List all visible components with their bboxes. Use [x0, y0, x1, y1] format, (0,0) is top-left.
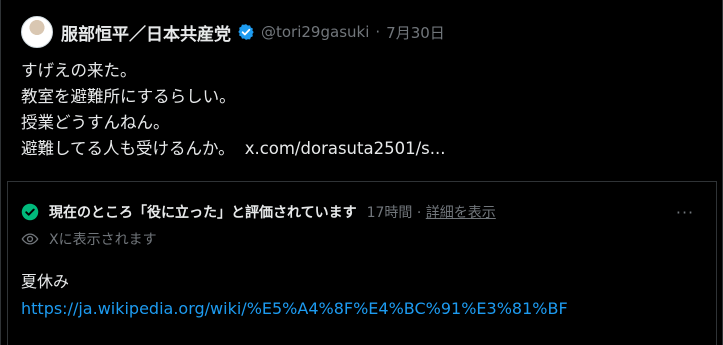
- community-note: 現在のところ「役に立った」と評価されています 17時間 · 詳細を表示 ··· …: [7, 181, 717, 345]
- community-note-age: 17時間: [366, 205, 413, 221]
- tweet-line-with-link: 避難してる人も受けるんか。 x.com/dorasuta2501/s...: [21, 136, 701, 162]
- eye-icon: [21, 233, 39, 245]
- quoted-post-link[interactable]: x.com/dorasuta2501/s...: [245, 139, 446, 158]
- author-handle[interactable]: @tori29gasuki: [261, 23, 369, 41]
- more-horizontal-icon[interactable]: ···: [674, 201, 696, 223]
- community-note-header: 現在のところ「役に立った」と評価されています 17時間 · 詳細を表示 ···: [21, 201, 696, 223]
- header-separator: ·: [375, 23, 381, 41]
- community-note-status: 現在のところ「役に立った」と評価されています: [49, 205, 357, 221]
- community-note-text: 夏休み: [21, 272, 70, 291]
- verified-badge-icon: [238, 24, 254, 40]
- avatar[interactable]: [21, 16, 53, 48]
- tweet-text: すげえの来た。 教室を避難所にするらしい。 授業どうすんねん。 避難してる人も受…: [21, 58, 701, 162]
- meta-separator: ·: [416, 205, 422, 221]
- show-details-link[interactable]: 詳細を表示: [426, 205, 496, 221]
- community-note-meta: 17時間 · 詳細を表示: [367, 202, 496, 222]
- tweet-line: すげえの来た。: [21, 61, 137, 80]
- tweet-line: 避難してる人も受けるんか。: [21, 139, 235, 158]
- tweet-line: 授業どうすんねん。: [21, 113, 170, 132]
- post-date[interactable]: 7月30日: [386, 22, 445, 43]
- community-note-source-link[interactable]: https://ja.wikipedia.org/wiki/%E5%A4%8F%…: [21, 295, 701, 322]
- tweet-card: 服部恒平／日本共産党 @tori29gasuki · 7月30日 すげえの来た。…: [0, 0, 723, 345]
- author-name[interactable]: 服部恒平／日本共産党: [61, 20, 231, 45]
- check-circle-icon: [21, 203, 39, 221]
- visibility-text: Xに表示されます: [49, 232, 157, 248]
- tweet-header: 服部恒平／日本共産党 @tori29gasuki · 7月30日: [21, 16, 445, 48]
- tweet-line: 教室を避難所にするらしい。: [21, 87, 236, 106]
- community-note-body: 夏休み https://ja.wikipedia.org/wiki/%E5%A4…: [21, 268, 701, 322]
- community-note-visibility: Xに表示されます: [21, 228, 157, 250]
